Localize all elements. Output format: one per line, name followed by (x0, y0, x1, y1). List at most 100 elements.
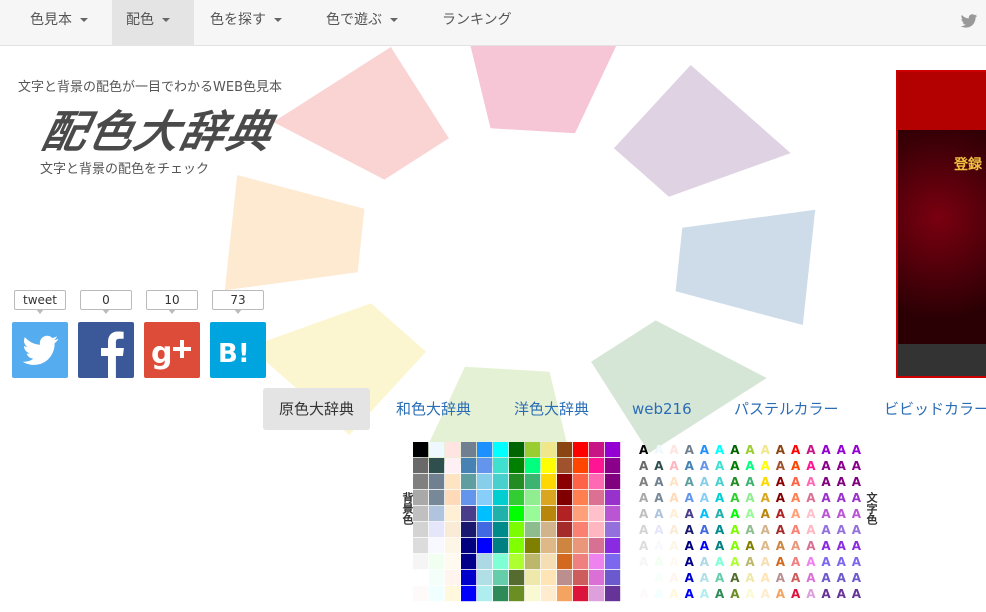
background-swatch[interactable] (493, 554, 509, 570)
background-swatch[interactable] (429, 458, 445, 474)
text-color-sample[interactable]: A (639, 539, 649, 553)
background-swatch[interactable] (445, 538, 461, 554)
background-swatch[interactable] (557, 442, 573, 458)
text-color-sample[interactable]: A (837, 507, 847, 521)
text-color-sample[interactable]: A (700, 571, 710, 585)
text-color-sample[interactable]: A (806, 443, 816, 457)
background-swatch[interactable] (589, 554, 605, 570)
text-color-sample[interactable]: A (685, 443, 695, 457)
background-swatch[interactable] (429, 490, 445, 506)
background-swatch[interactable] (605, 554, 621, 570)
text-color-sample[interactable]: A (745, 507, 755, 521)
background-swatch[interactable] (493, 474, 509, 490)
text-color-sample[interactable]: A (761, 539, 771, 553)
text-color-sample[interactable]: A (837, 459, 847, 473)
text-color-sample[interactable]: A (639, 443, 649, 457)
text-color-sample[interactable]: A (654, 475, 664, 489)
background-swatch[interactable] (461, 490, 477, 506)
text-color-sample[interactable]: A (761, 571, 771, 585)
text-color-sample[interactable]: A (654, 491, 664, 505)
text-color-sample[interactable]: A (852, 459, 861, 473)
text-color-sample[interactable]: A (730, 523, 740, 537)
text-color-sample[interactable]: A (776, 491, 786, 505)
background-swatch[interactable] (509, 522, 525, 538)
text-color-sample[interactable]: A (806, 571, 816, 585)
text-color-sample[interactable]: A (837, 443, 847, 457)
text-color-sample[interactable]: A (730, 507, 740, 521)
text-color-sample[interactable]: A (745, 459, 755, 473)
background-swatch[interactable] (605, 570, 621, 586)
background-swatch[interactable] (557, 554, 573, 570)
background-swatch[interactable] (557, 586, 573, 602)
text-color-sample[interactable]: A (700, 539, 710, 553)
text-color-sample[interactable]: A (761, 507, 771, 521)
text-color-sample[interactable]: A (715, 523, 725, 537)
background-swatch[interactable] (589, 570, 605, 586)
text-color-sample[interactable]: A (821, 587, 831, 601)
hatena-bookmark-button[interactable]: B! (210, 322, 266, 378)
background-swatch[interactable] (461, 474, 477, 490)
text-color-sample[interactable]: A (791, 539, 801, 553)
text-color-sample[interactable]: A (791, 555, 801, 569)
background-swatch[interactable] (573, 570, 589, 586)
background-swatch[interactable] (525, 554, 541, 570)
text-color-sample[interactable]: A (669, 491, 679, 505)
text-color-sample[interactable]: A (745, 491, 755, 505)
background-swatch[interactable] (557, 474, 573, 490)
tab-vivid-colors[interactable]: ビビッドカラー (868, 388, 986, 430)
background-swatch[interactable] (493, 458, 509, 474)
background-swatch[interactable] (573, 506, 589, 522)
text-color-sample[interactable]: A (791, 587, 801, 601)
background-swatch[interactable] (541, 474, 557, 490)
text-color-sample[interactable]: A (639, 587, 649, 601)
text-color-sample[interactable]: A (654, 587, 664, 601)
text-color-sample[interactable]: A (821, 571, 831, 585)
text-color-sample[interactable]: A (776, 443, 786, 457)
background-swatch[interactable] (509, 586, 525, 602)
tab-western-colors[interactable]: 洋色大辞典 (498, 388, 605, 430)
text-color-sample[interactable]: A (730, 571, 740, 585)
text-color-sample[interactable]: A (821, 555, 831, 569)
background-swatch[interactable] (413, 522, 429, 538)
background-swatch[interactable] (541, 586, 557, 602)
text-color-sample[interactable]: A (821, 491, 831, 505)
background-swatch[interactable] (477, 506, 493, 522)
background-swatch[interactable] (445, 522, 461, 538)
background-swatch[interactable] (589, 538, 605, 554)
background-swatch[interactable] (509, 538, 525, 554)
background-swatch[interactable] (557, 490, 573, 506)
text-color-sample[interactable]: A (837, 491, 847, 505)
background-swatch[interactable] (413, 538, 429, 554)
background-swatch[interactable] (589, 490, 605, 506)
text-color-sample[interactable]: A (730, 539, 740, 553)
background-swatch[interactable] (541, 538, 557, 554)
text-color-sample[interactable]: A (806, 491, 816, 505)
background-swatch[interactable] (541, 506, 557, 522)
text-color-sample[interactable]: A (761, 459, 771, 473)
text-color-sample[interactable]: A (654, 507, 664, 521)
background-swatch[interactable] (605, 586, 621, 602)
text-color-sample[interactable]: A (669, 443, 679, 457)
text-color-sample[interactable]: A (654, 539, 664, 553)
text-color-sample[interactable]: A (776, 507, 786, 521)
text-color-sample[interactable]: A (639, 555, 649, 569)
background-swatch[interactable] (429, 522, 445, 538)
background-swatch[interactable] (461, 538, 477, 554)
text-color-sample[interactable]: A (776, 475, 786, 489)
background-swatch[interactable] (461, 506, 477, 522)
nav-item-ranking[interactable]: ランキング (428, 0, 526, 46)
background-swatch[interactable] (541, 522, 557, 538)
text-color-sample[interactable]: A (700, 555, 710, 569)
text-color-sample[interactable]: A (821, 539, 831, 553)
background-swatch[interactable] (573, 458, 589, 474)
text-color-sample[interactable]: A (685, 491, 695, 505)
background-swatch[interactable] (525, 570, 541, 586)
background-swatch[interactable] (413, 570, 429, 586)
background-swatch[interactable] (493, 506, 509, 522)
background-swatch[interactable] (509, 506, 525, 522)
background-swatch[interactable] (477, 538, 493, 554)
background-swatch[interactable] (477, 458, 493, 474)
twitter-icon[interactable] (960, 12, 978, 30)
background-swatch[interactable] (413, 506, 429, 522)
background-swatch[interactable] (445, 442, 461, 458)
